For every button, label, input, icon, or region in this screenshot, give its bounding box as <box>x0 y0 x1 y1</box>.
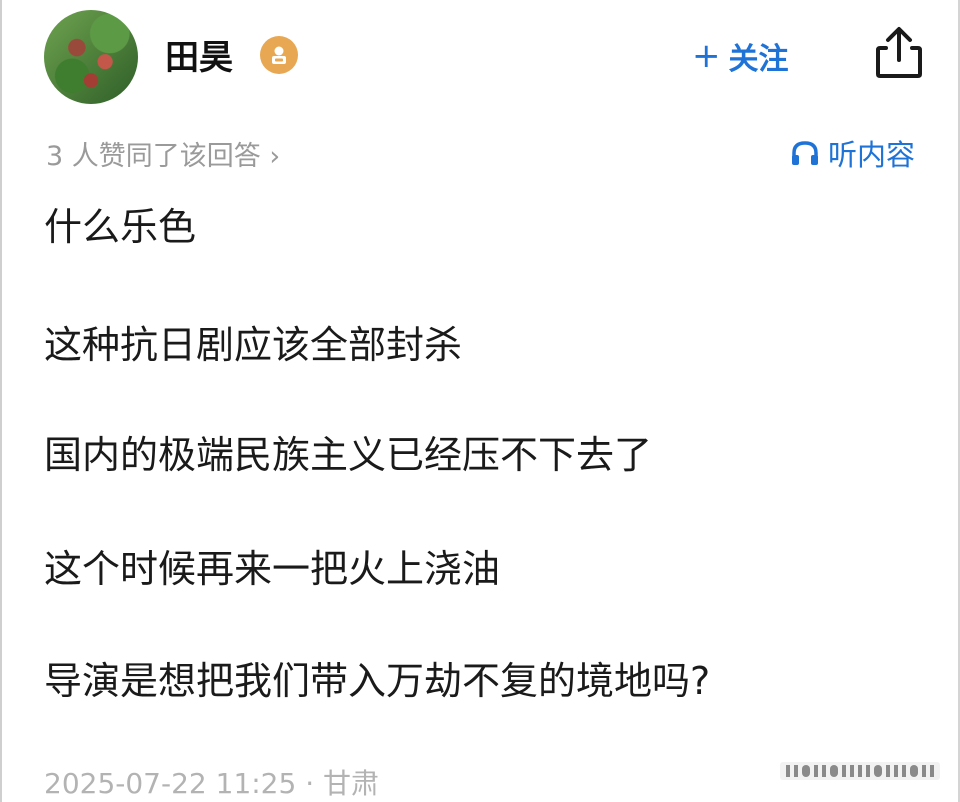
answer-line: 什么乐色 <box>44 205 197 249</box>
likes-link[interactable]: 3 人赞同了该回答 › <box>46 134 280 173</box>
listen-label: 听内容 <box>828 138 916 172</box>
answer-header: 田昊 + 关注 <box>0 0 960 110</box>
location: 甘肃 <box>323 767 380 800</box>
username[interactable]: 田昊 <box>165 30 233 79</box>
answer-line: 这个时候再来一把火上浇油 <box>44 547 501 591</box>
chevron-right-icon: › <box>269 141 281 172</box>
answer-line: 导演是想把我们带入万劫不复的境地吗? <box>44 659 711 703</box>
answer-line: 这种抗日剧应该全部封杀 <box>44 323 463 367</box>
likes-text: 3 人赞同了该回答 <box>46 141 261 172</box>
follow-button[interactable]: + 关注 <box>692 34 789 78</box>
share-icon <box>876 27 922 78</box>
answer-line: 国内的极端民族主义已经压不下去了 <box>44 433 653 477</box>
avatar[interactable] <box>44 10 138 104</box>
watermark-logo <box>780 762 940 780</box>
timestamp: 2025-07-22 11:25 <box>44 767 297 800</box>
answer-meta: 3 人赞同了该回答 › 听内容 <box>0 128 960 176</box>
listen-button[interactable]: 听内容 <box>790 132 915 174</box>
user-badge-icon <box>260 36 298 74</box>
plus-icon: + <box>692 36 721 76</box>
separator: · <box>305 767 315 800</box>
share-button[interactable] <box>872 24 926 82</box>
headphones-icon <box>792 141 818 165</box>
follow-label: 关注 <box>728 42 789 77</box>
answer-footer: 2025-07-22 11:25 · 甘肃 <box>44 762 379 802</box>
left-border <box>0 0 2 802</box>
